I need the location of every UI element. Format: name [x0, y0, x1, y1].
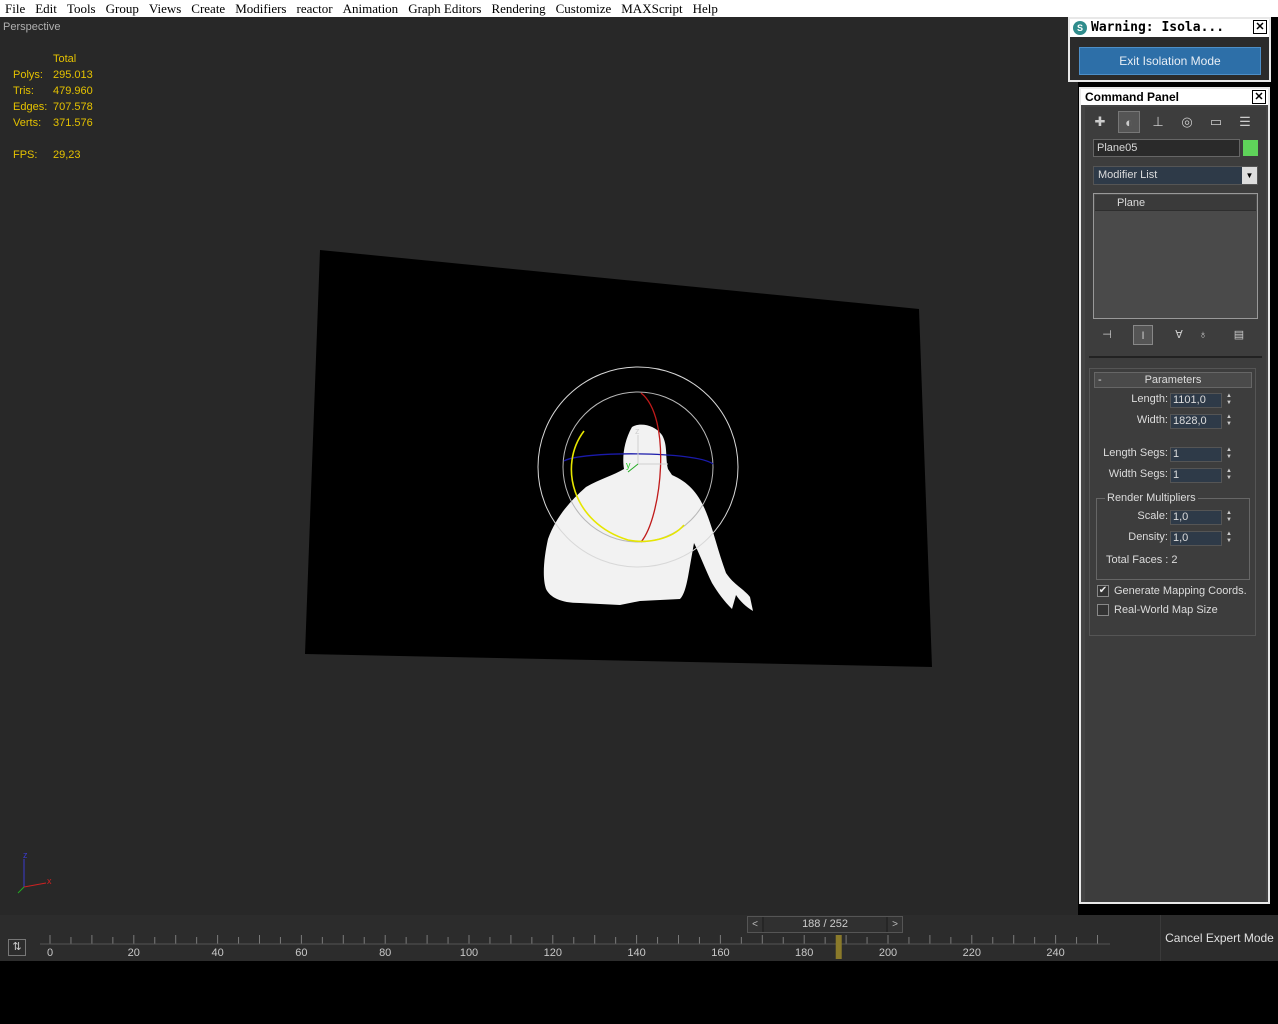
- density-label: Density:: [1128, 531, 1168, 543]
- tick-label: 160: [711, 947, 730, 959]
- tick-label: 0: [46, 947, 54, 959]
- motion-icon[interactable]: ◎: [1176, 111, 1198, 133]
- width-segs-spinner[interactable]: 1: [1170, 468, 1222, 483]
- total-faces-readout: Total Faces : 2: [1106, 554, 1178, 566]
- menu-modifiers[interactable]: Modifiers: [230, 0, 291, 17]
- menu-rendering[interactable]: Rendering: [486, 0, 550, 17]
- length-segs-spinner[interactable]: 1: [1170, 447, 1222, 462]
- menu-reactor[interactable]: reactor: [291, 0, 337, 17]
- make-unique-icon[interactable]: ∀: [1169, 325, 1189, 345]
- remove-modifier-icon[interactable]: ♁: [1193, 325, 1213, 345]
- cancel-expert-mode-button[interactable]: Cancel Expert Mode: [1160, 915, 1278, 961]
- tick-label: 220: [962, 947, 981, 959]
- width-spinner-arrows[interactable]: ▲ ▼: [1224, 414, 1234, 429]
- exit-isolation-button[interactable]: Exit Isolation Mode: [1079, 47, 1261, 75]
- menu-create[interactable]: Create: [186, 0, 230, 17]
- stack-item-plane[interactable]: Plane: [1095, 195, 1256, 211]
- length-label: Length:: [1131, 393, 1168, 405]
- real-world-map-size-checkbox[interactable]: [1097, 604, 1109, 616]
- render-multipliers-label: Render Multipliers: [1105, 492, 1198, 504]
- length-segs-spinner-arrows[interactable]: ▲ ▼: [1224, 447, 1234, 462]
- length-spinner[interactable]: 1101,0: [1170, 393, 1222, 408]
- modifier-stack[interactable]: Plane: [1093, 193, 1258, 319]
- parameters-rollout-header[interactable]: - Parameters: [1094, 372, 1252, 388]
- menu-maxscript[interactable]: MAXScript: [616, 0, 687, 17]
- modify-icon[interactable]: ◐: [1118, 111, 1140, 133]
- density-spinner-arrows[interactable]: ▲ ▼: [1224, 531, 1234, 546]
- real-world-map-size-label[interactable]: Real-World Map Size: [1114, 604, 1218, 616]
- stack-tools: ⊣ I ∀ ♁ ▤: [1093, 325, 1258, 345]
- perspective-viewport[interactable]: z y z x Perspective Total Polys: 295.013 …: [0, 17, 1078, 915]
- modifier-list-dropdown[interactable]: Modifier List ▼: [1093, 166, 1258, 185]
- display-icon[interactable]: ▭: [1205, 111, 1227, 133]
- tick-label: 60: [295, 947, 308, 959]
- warning-close-button[interactable]: ✕: [1253, 20, 1267, 34]
- divider: [1089, 356, 1262, 358]
- menu-help[interactable]: Help: [688, 0, 723, 17]
- utilities-icon[interactable]: ☰: [1234, 111, 1256, 133]
- menu-customize[interactable]: Customize: [551, 0, 617, 17]
- width-segs-spinner-arrows[interactable]: ▲ ▼: [1224, 468, 1234, 483]
- width-spinner[interactable]: 1828,0: [1170, 414, 1222, 429]
- axis-tripod-y: [17, 886, 25, 894]
- pin-stack-icon[interactable]: ⊣: [1097, 325, 1117, 345]
- axis-label-x: x: [47, 876, 52, 886]
- tick-label: 200: [878, 947, 898, 959]
- hierarchy-icon[interactable]: ⊥: [1147, 111, 1169, 133]
- create-icon[interactable]: ✚: [1089, 111, 1111, 133]
- length-spinner-arrows[interactable]: ▲ ▼: [1224, 393, 1234, 408]
- command-panel-body: ✚ ◐ ⊥ ◎ ▭ ☰ Plane05 Modifier List ▼ Plan…: [1085, 107, 1266, 902]
- density-spinner[interactable]: 1,0: [1170, 531, 1222, 546]
- command-panel-title[interactable]: Command Panel ✕: [1081, 89, 1268, 105]
- show-end-result-icon[interactable]: I: [1133, 325, 1153, 345]
- tick-label: 240: [1046, 947, 1065, 959]
- configure-sets-icon[interactable]: ▤: [1229, 325, 1249, 345]
- menu-bar: File Edit Tools Group Views Create Modifiers re…: [0, 0, 1278, 17]
- menu-group[interactable]: Group: [101, 0, 144, 17]
- tick-label: 180: [795, 947, 814, 959]
- current-frame-marker[interactable]: [835, 935, 842, 959]
- tick-label: 20: [127, 947, 140, 959]
- menu-tools[interactable]: Tools: [62, 0, 101, 17]
- scale-spinner-arrows[interactable]: ▲ ▼: [1224, 510, 1234, 525]
- timeline: < 188 / 252 > ⇅ 0 20 40 60 80 100 120 140 160 180…: [0, 915, 1278, 961]
- menu-graph-editors[interactable]: Graph Editors: [403, 0, 486, 17]
- axis-tripod-x: [23, 882, 47, 888]
- viewport-scene: z y z x: [17, 250, 932, 894]
- menu-views[interactable]: Views: [144, 0, 186, 17]
- command-panel: Command Panel ✕ ✚ ◐ ⊥ ◎ ▭ ☰ Plane05 Modi…: [1079, 87, 1270, 904]
- generate-mapping-checkbox[interactable]: ✔: [1097, 585, 1109, 597]
- chevron-down-icon[interactable]: ▼: [1242, 167, 1257, 184]
- object-color-swatch[interactable]: [1243, 140, 1258, 156]
- tick-label: 80: [379, 947, 392, 959]
- gizmo-label-y: y: [626, 460, 631, 470]
- command-tabs: ✚ ◐ ⊥ ◎ ▭ ☰: [1085, 109, 1266, 135]
- max-logo-icon: S: [1073, 21, 1087, 35]
- bottom-area: [0, 961, 1278, 1024]
- tick-label: 100: [459, 947, 479, 959]
- length-segs-label: Length Segs:: [1103, 447, 1168, 459]
- warning-title: Warning: Isola...: [1091, 20, 1225, 35]
- tick-label: 140: [627, 947, 646, 959]
- generate-mapping-label[interactable]: Generate Mapping Coords.: [1114, 585, 1247, 597]
- track-bar[interactable]: [0, 915, 1160, 961]
- parameters-rollout: - Parameters Length: 1101,0 ▲ ▼ Width: 18…: [1089, 368, 1256, 636]
- scale-label: Scale:: [1137, 510, 1168, 522]
- viewport-label[interactable]: Perspective: [3, 21, 60, 33]
- tick-label: 120: [543, 947, 562, 959]
- isolation-warning-dialog: S Warning: Isola... ✕ Exit Isolation Mod…: [1068, 17, 1271, 82]
- tick-label: 40: [211, 947, 224, 959]
- command-panel-close-button[interactable]: ✕: [1252, 90, 1266, 104]
- object-name-field[interactable]: Plane05: [1093, 139, 1240, 157]
- width-label: Width:: [1136, 414, 1168, 426]
- gizmo-label-z: z: [635, 426, 640, 436]
- menu-file[interactable]: File: [0, 0, 30, 17]
- stats-header: Total: [53, 53, 77, 65]
- menu-animation[interactable]: Animation: [338, 0, 404, 17]
- axis-label-z: z: [23, 850, 28, 860]
- scale-spinner[interactable]: 1,0: [1170, 510, 1222, 525]
- warning-title-bar[interactable]: S Warning: Isola... ✕: [1070, 19, 1269, 37]
- width-segs-label: Width Segs:: [1108, 468, 1168, 480]
- menu-edit[interactable]: Edit: [30, 0, 62, 17]
